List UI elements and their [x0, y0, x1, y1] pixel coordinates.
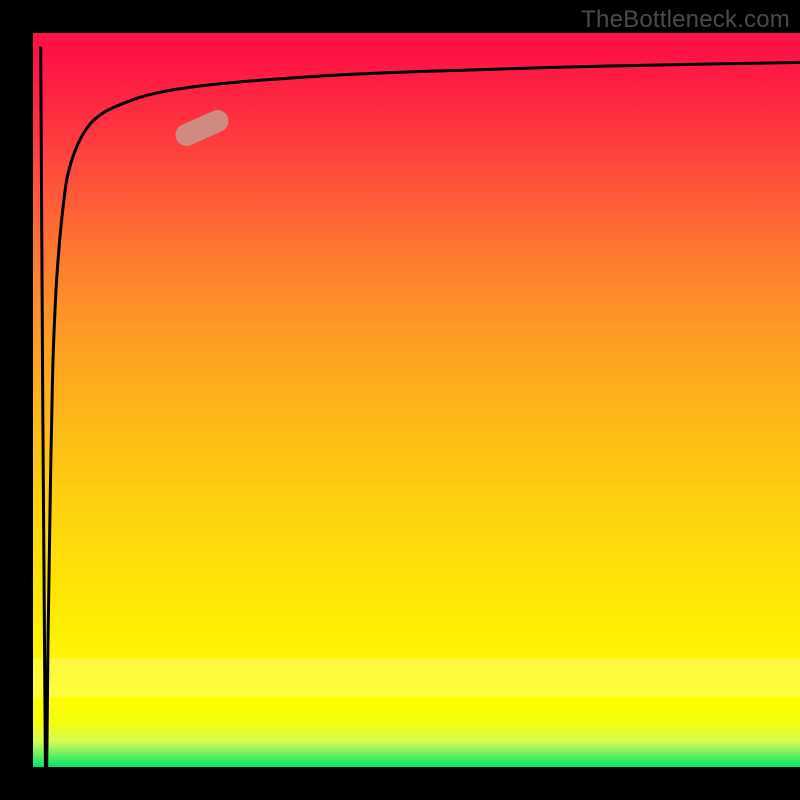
chart-plot-area — [33, 33, 800, 767]
bottleneck-curve — [33, 33, 800, 767]
attribution-text: TheBottleneck.com — [581, 6, 790, 34]
